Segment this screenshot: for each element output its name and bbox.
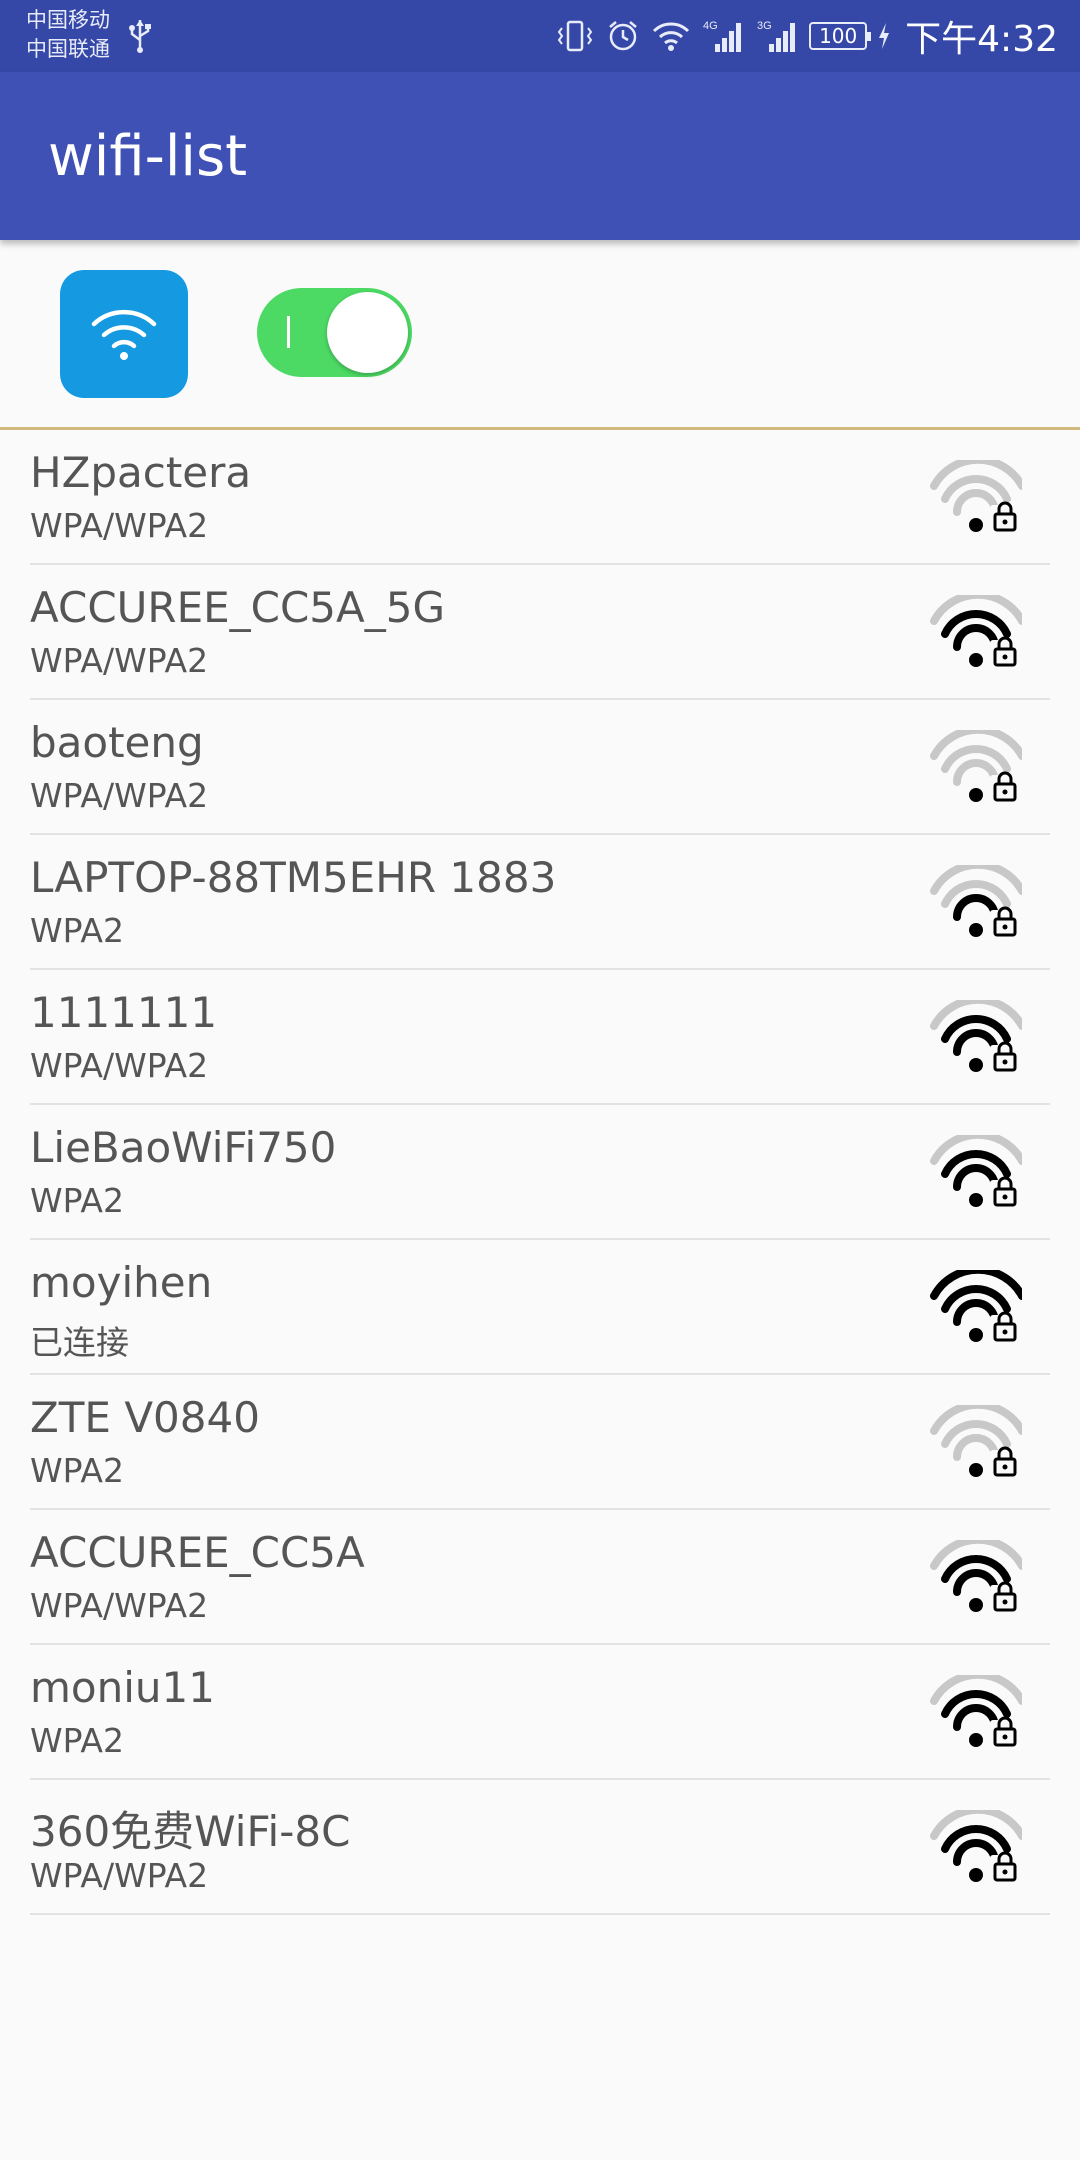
wifi-signal-lock-icon (930, 1805, 1026, 1886)
wifi-network-row[interactable]: ZTE V0840 WPA2 (30, 1375, 1050, 1510)
wifi-network-list: HZpactera WPA/WPA2 ACCUREE_CC5A_5G WPA/WPA2… (30, 430, 1050, 1915)
wifi-network-row[interactable]: moyihen 已连接 (30, 1240, 1050, 1375)
wifi-network-row[interactable]: 360免费WiFi-8C WPA/WPA2 (30, 1780, 1050, 1915)
carrier-labels: 中国移动 中国联通 (26, 6, 110, 64)
network-ssid: moniu11 (30, 1663, 215, 1712)
network-security: WPA/WPA2 (30, 1856, 209, 1895)
wifi-network-row[interactable]: ACCUREE_CC5A_5G WPA/WPA2 (30, 565, 1050, 700)
wifi-toggle[interactable] (257, 288, 412, 377)
network-ssid: ZTE V0840 (30, 1393, 260, 1442)
status-icons: 4G 3G 100 下午4:32 (555, 0, 1058, 72)
wifi-network-row[interactable]: ACCUREE_CC5A WPA/WPA2 (30, 1510, 1050, 1645)
network-type-1: 4G (703, 20, 718, 32)
wifi-network-row[interactable]: LieBaoWiFi750 WPA2 (30, 1105, 1050, 1240)
network-security: WPA/WPA2 (30, 506, 209, 545)
wifi-signal-lock-icon (930, 455, 1026, 536)
wifi-icon (88, 302, 160, 366)
signal-2-icon: 3G (755, 18, 799, 54)
wifi-signal-lock-icon (930, 1535, 1026, 1616)
network-ssid: LieBaoWiFi750 (30, 1123, 337, 1172)
wifi-tile-button[interactable] (60, 270, 188, 398)
carrier-2-label: 中国联通 (26, 37, 110, 61)
wifi-signal-lock-icon (930, 1400, 1026, 1481)
app-bar: wifi-list (0, 72, 1080, 240)
toggle-knob[interactable] (327, 292, 408, 373)
status-clock: 下午4:32 (905, 19, 1058, 60)
network-security: WPA2 (30, 911, 124, 950)
network-ssid: 1111111 (30, 988, 218, 1037)
wifi-network-row[interactable]: LAPTOP-88TM5EHR 1883 WPA2 (30, 835, 1050, 970)
network-ssid: ACCUREE_CC5A (30, 1528, 365, 1577)
network-ssid: moyihen (30, 1258, 213, 1307)
battery-indicator: 100 (809, 22, 872, 50)
network-security: WPA2 (30, 1181, 124, 1220)
alarm-icon (605, 18, 641, 54)
network-security: WPA/WPA2 (30, 641, 209, 680)
network-security: WPA2 (30, 1451, 124, 1490)
network-security: 已连接 (30, 1323, 129, 1362)
network-security: WPA/WPA2 (30, 1046, 209, 1085)
network-ssid: HZpactera (30, 448, 252, 497)
wifi-signal-lock-icon (930, 1670, 1026, 1751)
network-security: WPA2 (30, 1721, 124, 1760)
network-ssid: LAPTOP-88TM5EHR 1883 (30, 853, 557, 902)
status-bar: 中国移动 中国联通 4G 3G 100 下午4:32 (0, 0, 1080, 72)
wifi-signal-lock-icon (930, 1130, 1026, 1211)
app-title: wifi-list (48, 124, 248, 189)
toggle-on-mark (287, 316, 290, 348)
wifi-signal-lock-icon (930, 860, 1026, 941)
network-ssid: baoteng (30, 718, 204, 767)
signal-1-icon: 4G (701, 18, 745, 54)
wifi-network-row[interactable]: moniu11 WPA2 (30, 1645, 1050, 1780)
wifi-network-row[interactable]: HZpactera WPA/WPA2 (30, 430, 1050, 565)
usb-icon (128, 18, 152, 58)
wifi-status-icon (651, 19, 691, 53)
carrier-1-label: 中国移动 (26, 8, 110, 32)
wifi-network-row[interactable]: baoteng WPA/WPA2 (30, 700, 1050, 835)
network-security: WPA/WPA2 (30, 776, 209, 815)
wifi-signal-lock-icon (930, 590, 1026, 671)
network-security: WPA/WPA2 (30, 1586, 209, 1625)
vibrate-icon (555, 18, 595, 54)
wifi-signal-lock-icon (930, 725, 1026, 806)
wifi-controls (0, 240, 1080, 430)
wifi-signal-lock-icon (930, 995, 1026, 1076)
wifi-signal-lock-icon (930, 1265, 1026, 1346)
network-ssid: ACCUREE_CC5A_5G (30, 583, 446, 632)
wifi-network-row[interactable]: 1111111 WPA/WPA2 (30, 970, 1050, 1105)
network-ssid: 360免费WiFi-8C (30, 1807, 351, 1856)
charging-icon (877, 22, 891, 50)
network-type-2: 3G (757, 20, 772, 32)
